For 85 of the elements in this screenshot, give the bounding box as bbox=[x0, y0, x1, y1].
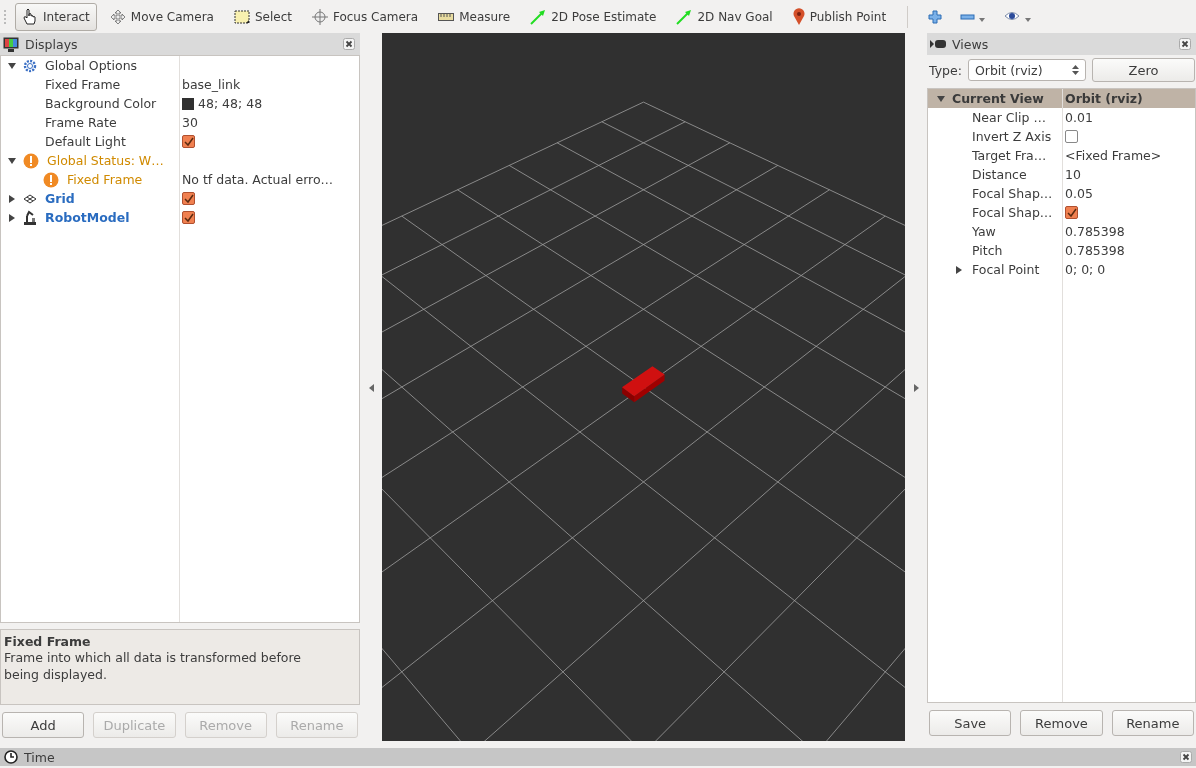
tool-button[interactable]: Focus Camera bbox=[304, 2, 426, 31]
property-value[interactable]: 10 bbox=[1065, 167, 1081, 182]
close-icon[interactable] bbox=[1180, 751, 1192, 763]
warning-icon bbox=[43, 171, 59, 188]
property-label[interactable]: Focal Shap… bbox=[970, 186, 1053, 201]
property-label[interactable]: RobotModel bbox=[43, 210, 130, 225]
arrow-icon bbox=[676, 8, 693, 25]
checkbox[interactable] bbox=[182, 135, 195, 148]
collapse-arrow-icon[interactable] bbox=[368, 384, 374, 392]
property-label[interactable]: Invert Z Axis bbox=[970, 129, 1052, 144]
add-icon[interactable] bbox=[928, 9, 943, 24]
property-label[interactable]: Yaw bbox=[970, 224, 996, 239]
property-value[interactable]: No tf data. Actual erro… bbox=[182, 172, 334, 187]
move-arrows-icon bbox=[109, 8, 126, 25]
property-value[interactable]: 30 bbox=[182, 115, 198, 130]
help-title: Fixed Frame bbox=[4, 634, 92, 649]
checkbox[interactable] bbox=[1065, 130, 1078, 143]
property-value[interactable]: 0.05 bbox=[1065, 186, 1093, 201]
expand-arrow-icon[interactable] bbox=[8, 156, 16, 165]
tool-button[interactable]: Select bbox=[226, 2, 299, 31]
collapse-arrow-icon[interactable] bbox=[913, 384, 919, 392]
panel-button[interactable]: Remove bbox=[1020, 710, 1103, 736]
arrow-icon bbox=[530, 8, 547, 25]
expand-arrow-icon[interactable] bbox=[8, 61, 16, 70]
box-model-drawing bbox=[622, 366, 665, 403]
property-label[interactable]: Frame Rate bbox=[43, 115, 117, 130]
panel-title: Displays bbox=[25, 36, 79, 52]
property-label[interactable]: Fixed Frame bbox=[43, 77, 121, 92]
property-label[interactable]: Distance bbox=[970, 167, 1027, 182]
eye-icon[interactable] bbox=[1004, 9, 1033, 24]
expand-arrow-icon[interactable] bbox=[937, 94, 945, 103]
robot-arm-icon bbox=[23, 209, 37, 226]
panel-button[interactable]: Save bbox=[929, 710, 1012, 736]
grid-icon bbox=[23, 193, 37, 204]
property-label[interactable]: Focal Point bbox=[970, 262, 1040, 277]
panel-title: Time bbox=[24, 749, 56, 765]
clock-icon bbox=[4, 750, 18, 764]
expand-arrow-icon[interactable] bbox=[955, 265, 963, 274]
tool-button[interactable]: Measure bbox=[431, 2, 518, 31]
ruler-icon bbox=[438, 12, 455, 21]
checkbox[interactable] bbox=[182, 192, 195, 205]
property-label[interactable]: Global Options bbox=[43, 58, 138, 73]
current-view-row[interactable]: Current View Orbit (rviz) bbox=[928, 89, 1195, 108]
panel-button[interactable]: Rename bbox=[1111, 710, 1194, 736]
property-label[interactable]: Target Fra… bbox=[970, 148, 1047, 163]
property-value[interactable]: base_link bbox=[182, 77, 241, 92]
property-value[interactable]: 0.785398 bbox=[1065, 224, 1125, 239]
property-value[interactable]: 0.785398 bbox=[1065, 243, 1125, 258]
crosshair-icon bbox=[311, 8, 328, 25]
property-value[interactable]: 0; 0; 0 bbox=[1065, 262, 1106, 277]
close-icon[interactable] bbox=[343, 38, 355, 50]
camera-icon bbox=[930, 39, 946, 49]
close-icon[interactable] bbox=[1179, 38, 1191, 50]
selection-rectangle-icon bbox=[233, 9, 250, 24]
expand-arrow-icon[interactable] bbox=[8, 194, 16, 203]
tool-button[interactable]: 2D Pose Estimate bbox=[523, 2, 664, 31]
spinner-arrows-icon bbox=[1071, 64, 1079, 76]
color-swatch[interactable] bbox=[182, 97, 194, 110]
property-label[interactable]: Grid bbox=[43, 191, 75, 206]
property-value[interactable]: 48; 48; 48 bbox=[198, 96, 263, 111]
property-label[interactable]: Default Light bbox=[43, 134, 126, 149]
property-label[interactable]: Background Color bbox=[43, 96, 157, 111]
zero-button[interactable]: Zero bbox=[1091, 58, 1195, 82]
type-label: Type: bbox=[929, 62, 962, 78]
checkbox[interactable] bbox=[1065, 206, 1078, 219]
tool-button[interactable]: Publish Point bbox=[785, 2, 894, 31]
property-label[interactable]: Pitch bbox=[970, 243, 1003, 258]
map-pin-icon bbox=[792, 8, 805, 25]
tool-button[interactable]: Move Camera bbox=[102, 2, 221, 31]
monitor-icon bbox=[3, 36, 19, 52]
property-value[interactable]: 0.01 bbox=[1065, 110, 1093, 125]
expand-arrow-icon[interactable] bbox=[8, 213, 16, 222]
panel-button[interactable]: Add bbox=[2, 712, 85, 738]
gear-icon bbox=[23, 58, 37, 73]
help-text: Frame into which all data is transformed before being displayed. bbox=[4, 649, 302, 683]
checkbox[interactable] bbox=[182, 211, 195, 224]
panel-title: Views bbox=[952, 36, 990, 52]
tool-button[interactable]: Interact bbox=[15, 2, 97, 31]
type-dropdown[interactable]: Orbit (rviz) bbox=[967, 59, 1086, 81]
property-label[interactable]: Near Clip … bbox=[970, 110, 1046, 125]
property-value[interactable]: <Fixed Frame> bbox=[1065, 148, 1162, 163]
warning-icon bbox=[23, 152, 39, 169]
hand-cursor-icon bbox=[22, 7, 38, 26]
property-label[interactable]: Focal Shap… bbox=[970, 205, 1053, 220]
tool-button[interactable]: 2D Nav Goal bbox=[669, 2, 780, 31]
